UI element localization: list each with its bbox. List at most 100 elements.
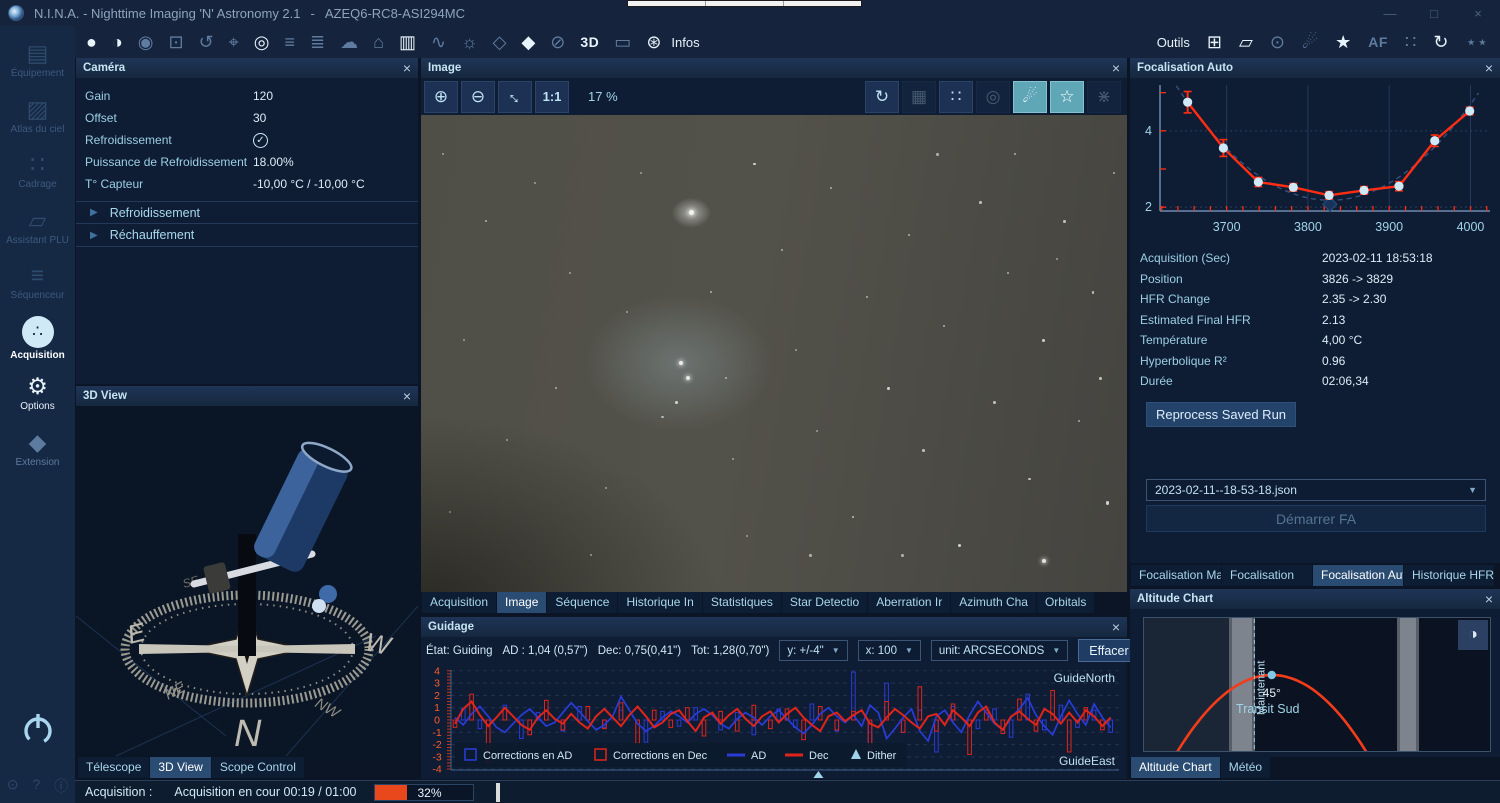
plate-solve-icon[interactable]: ⊙	[1270, 31, 1285, 53]
layout-icon[interactable]: ⊞	[1207, 31, 1222, 53]
starfield-icon[interactable]: ⋆⋆	[1465, 31, 1488, 53]
tab-focalisation-ma[interactable]: Focalisation Ma	[1131, 565, 1221, 586]
orbit-icon[interactable]: ⊘	[550, 31, 565, 53]
autofocus-icon[interactable]: AF	[1368, 31, 1388, 53]
sequence-icon[interactable]: ≡	[285, 31, 296, 53]
minimize-button[interactable]: —	[1368, 0, 1412, 26]
x-scale-dropdown[interactable]: x: 100▼	[858, 640, 921, 661]
fit-screen-icon[interactable]: ↔	[498, 81, 532, 113]
shield-icon[interactable]: ◇	[493, 31, 507, 53]
telescope-3d-view[interactable]: E W N NE NW SE	[76, 406, 418, 756]
grid-icon[interactable]: ▦	[902, 81, 936, 113]
wand-icon[interactable]: ☄	[1013, 81, 1047, 113]
threed-icon[interactable]: 3D	[580, 31, 599, 53]
check-circle-icon[interactable]: ✓	[253, 133, 268, 148]
svg-text:3700: 3700	[1213, 220, 1241, 234]
close-icon[interactable]: ×	[403, 389, 411, 403]
sidebar-item-equipement[interactable]: ▤Équipement	[0, 38, 75, 80]
sidebar-item-cadrage[interactable]: ∷Cadrage	[0, 149, 75, 191]
sidebar-item-options[interactable]: ⚙Options	[0, 371, 75, 413]
star-dot	[626, 311, 628, 313]
switch-icon[interactable]: ≣	[310, 31, 325, 53]
close-icon[interactable]: ×	[1112, 620, 1120, 634]
plot-icon[interactable]: ∿	[431, 31, 446, 53]
star-dot	[555, 387, 557, 389]
zoom-in-icon[interactable]: ⊕	[424, 81, 458, 113]
zoom-out-icon[interactable]: ⊖	[461, 81, 495, 113]
tab-orbitals[interactable]: Orbitals	[1037, 592, 1094, 613]
tab-historique-in[interactable]: Historique In	[618, 592, 701, 613]
sidebar-item-acquisition[interactable]: ∴Acquisition	[0, 316, 75, 362]
guider-icon[interactable]: ◎	[254, 31, 270, 53]
tab-statistiques[interactable]: Statistiques	[703, 592, 781, 613]
star-detection-icon[interactable]: ∷	[1405, 31, 1416, 53]
camera-icon[interactable]: ●	[86, 31, 97, 53]
detail-label: Acquisition (Sec)	[1140, 251, 1322, 265]
unit-dropdown[interactable]: unit: ARCSECONDS▼	[931, 640, 1068, 661]
close-icon[interactable]: ×	[1112, 61, 1120, 75]
wand-icon[interactable]: ☄	[1302, 31, 1318, 53]
tab-acquisition[interactable]: Acquisition	[422, 592, 496, 613]
tab-3d-view[interactable]: 3D View	[150, 757, 210, 778]
star-detect-icon[interactable]: ∷	[939, 81, 973, 113]
tab-t-lescope[interactable]: Télescope	[78, 757, 149, 778]
astrophoto-image[interactable]	[421, 115, 1127, 592]
splitter-handle[interactable]	[496, 783, 500, 802]
y-scale-dropdown[interactable]: y: +/-4"▼	[779, 640, 847, 661]
dome-icon[interactable]: ⌂	[373, 31, 384, 53]
shutter-icon[interactable]: ◑	[112, 31, 123, 53]
filter-wheel-icon[interactable]: ◉	[138, 31, 154, 53]
close-icon[interactable]: ×	[1485, 61, 1493, 75]
tab-focalisation[interactable]: Focalisation	[1222, 565, 1312, 586]
close-button[interactable]: ×	[1456, 0, 1500, 26]
tab-image[interactable]: Image	[497, 592, 546, 613]
cloud-icon[interactable]: ☁	[340, 31, 358, 53]
help-icon[interactable]: ?	[32, 776, 40, 796]
target-icon[interactable]: ◎	[976, 81, 1010, 113]
sidebar-item-extension[interactable]: ◆Extension	[0, 427, 75, 469]
guidage-panel-header: Guidage ×	[421, 617, 1127, 637]
close-icon[interactable]: ×	[403, 61, 411, 75]
telescope-icon[interactable]: ⌖	[229, 31, 239, 53]
star-icon[interactable]: ☆	[1050, 81, 1084, 113]
expander-refroidissement[interactable]: ▶Refroidissement	[76, 201, 418, 224]
moon-phase-icon[interactable]: ◑	[1458, 620, 1488, 650]
infos-label[interactable]: Infos	[671, 35, 699, 50]
one-to-one-button[interactable]: 1:1	[535, 81, 569, 113]
start-autofocus-button[interactable]: Démarrer FA	[1146, 505, 1486, 532]
tab-star-detectio[interactable]: Star Detectio	[782, 592, 867, 613]
bulb-icon[interactable]: ☼	[461, 31, 478, 53]
sidebar-item-sequenceur[interactable]: ≡Séquenceur	[0, 260, 75, 302]
svg-text:4000: 4000	[1457, 220, 1485, 234]
reprocess-saved-run-button[interactable]: Reprocess Saved Run	[1146, 402, 1296, 427]
info-icon[interactable]: ⓘ	[54, 776, 68, 796]
history-icon[interactable]: ↻	[1433, 31, 1448, 53]
tab-m-t-o[interactable]: Météo	[1221, 757, 1270, 778]
tab-s-quence[interactable]: Séquence	[547, 592, 617, 613]
tab-aberration-ir[interactable]: Aberration Ir	[868, 592, 950, 613]
tab-scope-control[interactable]: Scope Control	[212, 757, 304, 778]
tab-azimuth-cha[interactable]: Azimuth Cha	[951, 592, 1036, 613]
outils-label[interactable]: Outils	[1157, 35, 1190, 50]
rotate-icon[interactable]: ↻	[865, 81, 899, 113]
wheel-icon[interactable]: ⊛	[646, 31, 661, 53]
histogram-icon[interactable]: ▥	[399, 31, 416, 53]
power-icon[interactable]	[19, 710, 57, 748]
flat-wizard-icon[interactable]: ▱	[1239, 31, 1253, 53]
autofocus-file-dropdown[interactable]: 2023-02-11--18-53-18.json ▼	[1146, 479, 1486, 501]
crosshair-icon[interactable]: ⋇	[1087, 81, 1121, 113]
star-icon[interactable]: ★	[1335, 31, 1351, 53]
rotator-icon[interactable]: ↺	[199, 31, 214, 53]
expander-réchauffement[interactable]: ▶Réchauffement	[76, 224, 418, 247]
sidebar-item-assistant-plu[interactable]: ▱Assistant PLU	[0, 205, 75, 247]
maximize-button[interactable]: □	[1412, 0, 1456, 26]
flat-panel-icon[interactable]: ▭	[614, 31, 631, 53]
close-icon[interactable]: ×	[1485, 592, 1493, 606]
tab-focalisation-aut[interactable]: Focalisation Aut	[1313, 565, 1403, 586]
focuser-icon[interactable]: ⊡	[168, 31, 183, 53]
tab-altitude-chart[interactable]: Altitude Chart	[1131, 757, 1220, 778]
eye-icon[interactable]: ⊙	[7, 776, 19, 796]
tab-historique-hfr[interactable]: Historique HFR	[1404, 565, 1494, 586]
plugin-icon[interactable]: ◆	[521, 31, 535, 53]
sidebar-item-atlas-du-ciel[interactable]: ▨Atlas du ciel	[0, 94, 75, 136]
